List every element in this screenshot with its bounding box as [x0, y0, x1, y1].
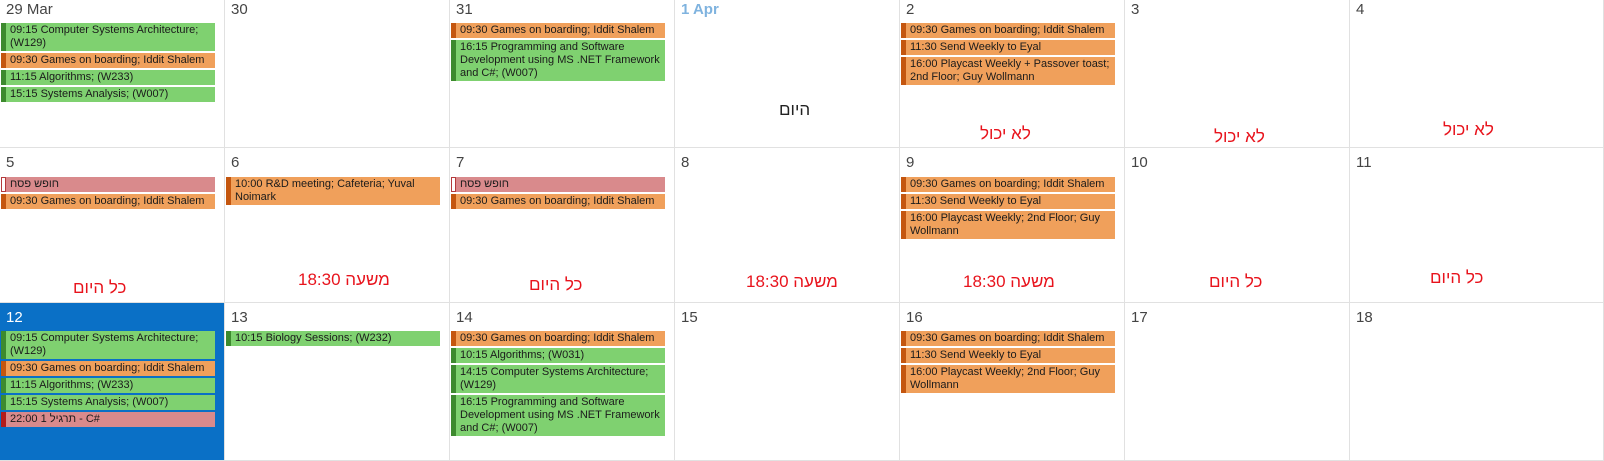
day-number-today-marker: 1 Apr — [681, 1, 719, 18]
calendar-event[interactable]: 09:30 Games on boarding; Iddit Shalem — [1, 361, 215, 376]
day-cell[interactable]: 7 חופש פסח 09:30 Games on boarding; Iddi… — [450, 148, 675, 303]
cell-note: משעה 18:30 — [746, 272, 838, 291]
day-cell[interactable]: 1 Apr היום — [675, 0, 900, 148]
cell-note: היום — [779, 100, 811, 119]
day-number: 13 — [231, 309, 248, 326]
calendar-event[interactable]: חופש פסח — [1, 177, 215, 192]
calendar-event[interactable]: 16:15 Programming and Software Developme… — [451, 395, 665, 436]
day-cell[interactable]: 13 10:15 Biology Sessions; (W232) — [225, 303, 450, 461]
calendar-event[interactable]: 11:30 Send Weekly to Eyal — [901, 348, 1115, 363]
day-number: 31 — [456, 1, 473, 18]
cell-note: לא יכול — [1214, 127, 1265, 146]
day-number: 29 Mar — [6, 1, 53, 18]
calendar-event[interactable]: 09:15 Computer Systems Architecture; (W1… — [1, 23, 215, 51]
day-number: 11 — [1356, 154, 1372, 171]
day-number: 9 — [906, 154, 915, 171]
cell-note: כל היום — [1209, 272, 1263, 291]
day-number: 12 — [6, 309, 23, 326]
calendar-event[interactable]: 09:30 Games on boarding; Iddit Shalem — [901, 331, 1115, 346]
day-number: 17 — [1131, 309, 1148, 326]
calendar-event[interactable]: 09:30 Games on boarding; Iddit Shalem — [451, 23, 665, 38]
day-cell[interactable]: 8 משעה 18:30 — [675, 148, 900, 303]
day-cell[interactable]: 11 כל היום — [1350, 148, 1604, 303]
day-cell-selected[interactable]: 12 09:15 Computer Systems Architecture; … — [0, 303, 225, 461]
calendar-event[interactable]: 16:00 Playcast Weekly; 2nd Floor; Guy Wo… — [901, 211, 1115, 239]
calendar-event[interactable]: חופש פסח — [451, 177, 665, 192]
calendar-event[interactable]: 11:30 Send Weekly to Eyal — [901, 40, 1115, 55]
cell-note: כל היום — [529, 275, 583, 294]
calendar-event[interactable]: 11:30 Send Weekly to Eyal — [901, 194, 1115, 209]
day-number: 15 — [681, 309, 698, 326]
day-cell[interactable]: 30 — [225, 0, 450, 148]
calendar-event[interactable]: 09:15 Computer Systems Architecture; (W1… — [1, 331, 215, 359]
calendar-event[interactable]: 15:15 Systems Analysis; (W007) — [1, 395, 215, 410]
day-cell[interactable]: 15 — [675, 303, 900, 461]
calendar-event[interactable]: 11:15 Algorithms; (W233) — [1, 70, 215, 85]
calendar-event[interactable]: 09:30 Games on boarding; Iddit Shalem — [901, 23, 1115, 38]
cell-note: כל היום — [1430, 268, 1484, 287]
calendar-event[interactable]: 16:15 Programming and Software Developme… — [451, 40, 665, 81]
cell-note: משעה 18:30 — [963, 272, 1055, 291]
calendar-event[interactable]: 14:15 Computer Systems Architecture; (W1… — [451, 365, 665, 393]
day-cell[interactable]: 29 Mar 09:15 Computer Systems Architectu… — [0, 0, 225, 148]
calendar-event[interactable]: 16:00 Playcast Weekly; 2nd Floor; Guy Wo… — [901, 365, 1115, 393]
day-number: 8 — [681, 154, 690, 171]
calendar-event[interactable]: 10:15 Algorithms; (W031) — [451, 348, 665, 363]
calendar-event[interactable]: 09:30 Games on boarding; Iddit Shalem — [901, 177, 1115, 192]
day-number: 6 — [231, 154, 240, 171]
day-cell[interactable]: 17 — [1125, 303, 1350, 461]
day-cell[interactable]: 9 09:30 Games on boarding; Iddit Shalem … — [900, 148, 1125, 303]
day-cell[interactable]: 5 חופש פסח 09:30 Games on boarding; Iddi… — [0, 148, 225, 303]
calendar-event[interactable]: 16:00 Playcast Weekly + Passover toast; … — [901, 57, 1115, 85]
day-cell[interactable]: 6 10:00 R&D meeting; Cafeteria; Yuval No… — [225, 148, 450, 303]
day-number: 30 — [231, 1, 248, 18]
day-number: 4 — [1356, 1, 1365, 18]
day-number: 10 — [1131, 154, 1148, 171]
day-number: 5 — [6, 154, 15, 171]
month-calendar-grid: 29 Mar 09:15 Computer Systems Architectu… — [0, 0, 1604, 461]
day-cell[interactable]: 4 לא יכול — [1350, 0, 1604, 148]
day-number: 7 — [456, 154, 465, 171]
day-number: 14 — [456, 309, 473, 326]
cell-note: כל היום — [73, 278, 127, 297]
calendar-event[interactable]: 10:00 R&D meeting; Cafeteria; Yuval Noim… — [226, 177, 440, 205]
day-cell[interactable]: 10 כל היום — [1125, 148, 1350, 303]
cell-note: לא יכול — [980, 124, 1031, 143]
cell-note: לא יכול — [1443, 120, 1494, 139]
calendar-event[interactable]: 22:00 תרגיל 1 - C# — [1, 412, 215, 427]
day-cell[interactable]: 16 09:30 Games on boarding; Iddit Shalem… — [900, 303, 1125, 461]
day-cell[interactable]: 31 09:30 Games on boarding; Iddit Shalem… — [450, 0, 675, 148]
calendar-event[interactable]: 15:15 Systems Analysis; (W007) — [1, 87, 215, 102]
day-cell[interactable]: 2 09:30 Games on boarding; Iddit Shalem … — [900, 0, 1125, 148]
day-number: 16 — [906, 309, 923, 326]
day-number: 18 — [1356, 309, 1373, 326]
calendar-event[interactable]: 11:15 Algorithms; (W233) — [1, 378, 215, 393]
day-cell[interactable]: 14 09:30 Games on boarding; Iddit Shalem… — [450, 303, 675, 461]
day-number: 2 — [906, 1, 915, 18]
day-number: 3 — [1131, 1, 1140, 18]
day-cell[interactable]: 3 לא יכול — [1125, 0, 1350, 148]
cell-note: משעה 18:30 — [298, 270, 390, 289]
calendar-event[interactable]: 09:30 Games on boarding; Iddit Shalem — [451, 194, 665, 209]
calendar-event[interactable]: 09:30 Games on boarding; Iddit Shalem — [451, 331, 665, 346]
calendar-event[interactable]: 10:15 Biology Sessions; (W232) — [226, 331, 440, 346]
day-cell[interactable]: 18 — [1350, 303, 1604, 461]
calendar-event[interactable]: 09:30 Games on boarding; Iddit Shalem — [1, 53, 215, 68]
calendar-event[interactable]: 09:30 Games on boarding; Iddit Shalem — [1, 194, 215, 209]
